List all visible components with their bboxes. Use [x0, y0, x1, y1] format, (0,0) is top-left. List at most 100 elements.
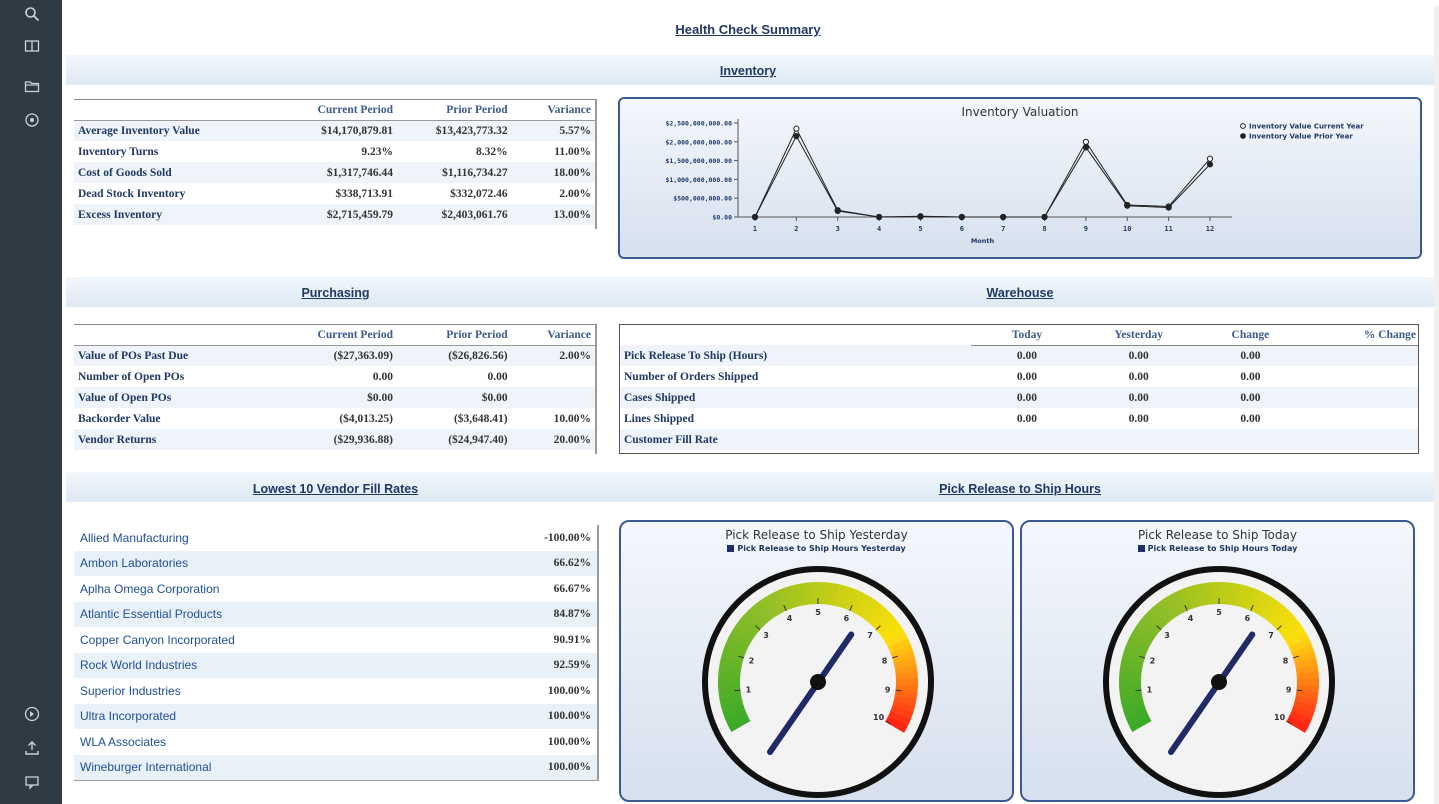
- row-label: Customer Fill Rate: [620, 429, 972, 450]
- change-value: 0.00: [1240, 412, 1261, 425]
- list-item[interactable]: Superior Industries 100.00%: [74, 678, 597, 704]
- prior-value: $1,116,734.27: [397, 162, 512, 183]
- row-label: Number of Open POs: [78, 370, 185, 383]
- vendor-name-link[interactable]: Allied Manufacturing: [80, 531, 189, 545]
- gauge-tick-label: 7: [867, 631, 873, 640]
- gauge-hub: [1211, 674, 1227, 690]
- vendor-name-link[interactable]: Superior Industries: [80, 684, 181, 698]
- current-value: $1,317,746.44: [292, 162, 397, 183]
- target-icon[interactable]: [22, 112, 42, 132]
- change-value: [1194, 429, 1307, 450]
- col-current-period: Current Period: [292, 325, 397, 346]
- vendor-name-link[interactable]: Atlantic Essential Products: [80, 607, 222, 621]
- search-icon[interactable]: [22, 6, 42, 26]
- today-value: 0.00: [1016, 370, 1038, 383]
- vendor-fill-rate: 66.62%: [553, 557, 591, 570]
- row-label: Value of Open POs: [74, 387, 293, 408]
- variance-value: 2.00%: [559, 187, 591, 200]
- table-row: Cost of Goods Sold $1,317,746.44 $1,116,73…: [74, 162, 595, 183]
- row-label: Cases Shipped: [620, 387, 972, 408]
- variance-value: 18.00%: [511, 162, 595, 183]
- vendor-fill-rate: 92.59%: [553, 659, 591, 672]
- list-item[interactable]: Copper Canyon Incorporated 90.91%: [74, 627, 597, 653]
- data-point: [1165, 204, 1172, 211]
- inventory-heading: Inventory: [719, 64, 777, 78]
- y-tick-label: $1,000,000,000.00: [665, 176, 732, 184]
- data-point: [793, 133, 800, 140]
- list-item[interactable]: Ambon Laboratories 66.62%: [74, 550, 597, 576]
- gauge-tick-label: 3: [1164, 631, 1170, 640]
- list-item[interactable]: Atlantic Essential Products 84.87%: [74, 601, 597, 627]
- variance-value: 2.00%: [511, 345, 595, 366]
- gauge-tick-label: 8: [1283, 656, 1289, 665]
- warehouse-table: Today Yesterday Change % Change Pick Rel…: [619, 324, 1419, 454]
- page-title: Health Check Summary: [675, 22, 821, 37]
- gauge-tick-label: 5: [1216, 608, 1222, 617]
- list-item[interactable]: Aplha Omega Corporation 66.67%: [74, 576, 597, 602]
- inventory-line-chart: $0.00 $500,000,000.00 $1,000,000,000.00 $1,…: [665, 119, 1364, 245]
- chat-icon[interactable]: [22, 774, 42, 794]
- x-tick-label: 9: [1084, 225, 1088, 233]
- list-item[interactable]: Wineburger International 100.00%: [74, 754, 597, 780]
- gauge-tick-label: 10: [1274, 713, 1286, 722]
- today-value: 0.00: [971, 387, 1083, 408]
- current-value: ($29,936.88): [292, 429, 397, 450]
- gauge-tick: [895, 689, 902, 692]
- pct-change-value: [1306, 366, 1418, 387]
- list-item[interactable]: WLA Associates 100.00%: [74, 729, 597, 755]
- table-row: Excess Inventory $2,715,459.79 $2,403,061.…: [74, 204, 595, 225]
- table-row: Value of POs Past Due ($27,363.09) ($26,82…: [74, 345, 595, 366]
- row-label: Inventory Turns: [78, 145, 159, 158]
- inventory-table: Current Period Prior Period Variance Ave…: [74, 99, 597, 229]
- vendor-name-link[interactable]: Ambon Laboratories: [80, 556, 188, 570]
- col-change: Change: [1194, 325, 1307, 346]
- vertical-scrollbar[interactable]: [1434, 6, 1439, 804]
- table-row: Backorder Value ($4,013.25) ($3,648.41) 10.…: [74, 408, 595, 429]
- legend-label: Pick Release to Ship Hours Today: [1147, 544, 1298, 553]
- x-tick-label: 10: [1123, 225, 1131, 233]
- gauge-tick-label: 7: [1268, 631, 1274, 640]
- gauge-tick-label: 9: [885, 685, 891, 694]
- vendor-name-link[interactable]: Rock World Industries: [80, 658, 197, 672]
- gauge-tick-label: 3: [763, 631, 769, 640]
- col-prior-period: Prior Period: [397, 100, 512, 121]
- current-value: ($27,363.09): [292, 345, 397, 366]
- change-value: 0.00: [1194, 387, 1307, 408]
- vendor-name-link[interactable]: Wineburger International: [80, 760, 211, 774]
- row-label: Average Inventory Value: [74, 120, 293, 141]
- gauge-tick-label: 2: [749, 656, 755, 665]
- current-value: 9.23%: [361, 145, 393, 158]
- gauge-tick-label: 9: [1286, 685, 1292, 694]
- legend-marker: [1240, 133, 1246, 139]
- vendor-fill-rate: 100.00%: [547, 761, 591, 774]
- x-tick-label: 5: [918, 225, 922, 233]
- col-variance: Variance: [511, 100, 595, 121]
- x-tick-label: 4: [877, 225, 881, 233]
- add-circle-icon[interactable]: [22, 706, 42, 726]
- prior-value: 0.00: [487, 370, 508, 383]
- list-item[interactable]: Rock World Industries 92.59%: [74, 652, 597, 678]
- gauge-tick-label: 5: [815, 608, 821, 617]
- table-row: Number of Orders Shipped 0.00 0.00 0.00: [620, 366, 1418, 387]
- row-label: Number of Orders Shipped: [624, 370, 759, 383]
- gauge-today: Pick Release to Ship Today Pick Release …: [1020, 520, 1415, 802]
- dashboard-main: Health Check Summary Inventory Current P…: [62, 0, 1439, 804]
- current-value: $14,170,879.81: [292, 120, 397, 141]
- upload-icon[interactable]: [22, 740, 42, 760]
- vendor-name-link[interactable]: WLA Associates: [80, 735, 166, 749]
- book-icon[interactable]: [22, 38, 42, 58]
- inventory-valuation-chart: Inventory Valuation $0.00 $500,000,000.00…: [618, 97, 1422, 259]
- prior-value: ($24,947.40): [397, 429, 512, 450]
- prior-value: ($26,826.56): [397, 345, 512, 366]
- vendor-name-link[interactable]: Ultra Incorporated: [80, 709, 176, 723]
- list-item[interactable]: Ultra Incorporated 100.00%: [74, 703, 597, 729]
- gauge-tick-label: 4: [787, 614, 793, 623]
- vendor-name-link[interactable]: Aplha Omega Corporation: [80, 582, 219, 596]
- x-tick-label: 8: [1042, 225, 1046, 233]
- list-item[interactable]: Allied Manufacturing -100.00%: [74, 525, 597, 551]
- folder-icon[interactable]: [22, 78, 42, 98]
- vendor-name-link[interactable]: Copper Canyon Incorporated: [80, 633, 235, 647]
- gauge-legend: Pick Release to Ship Hours Today: [1022, 544, 1413, 553]
- table-row: Pick Release To Ship (Hours) 0.00 0.00 0.00: [620, 345, 1418, 366]
- change-value: 0.00: [1240, 370, 1261, 383]
